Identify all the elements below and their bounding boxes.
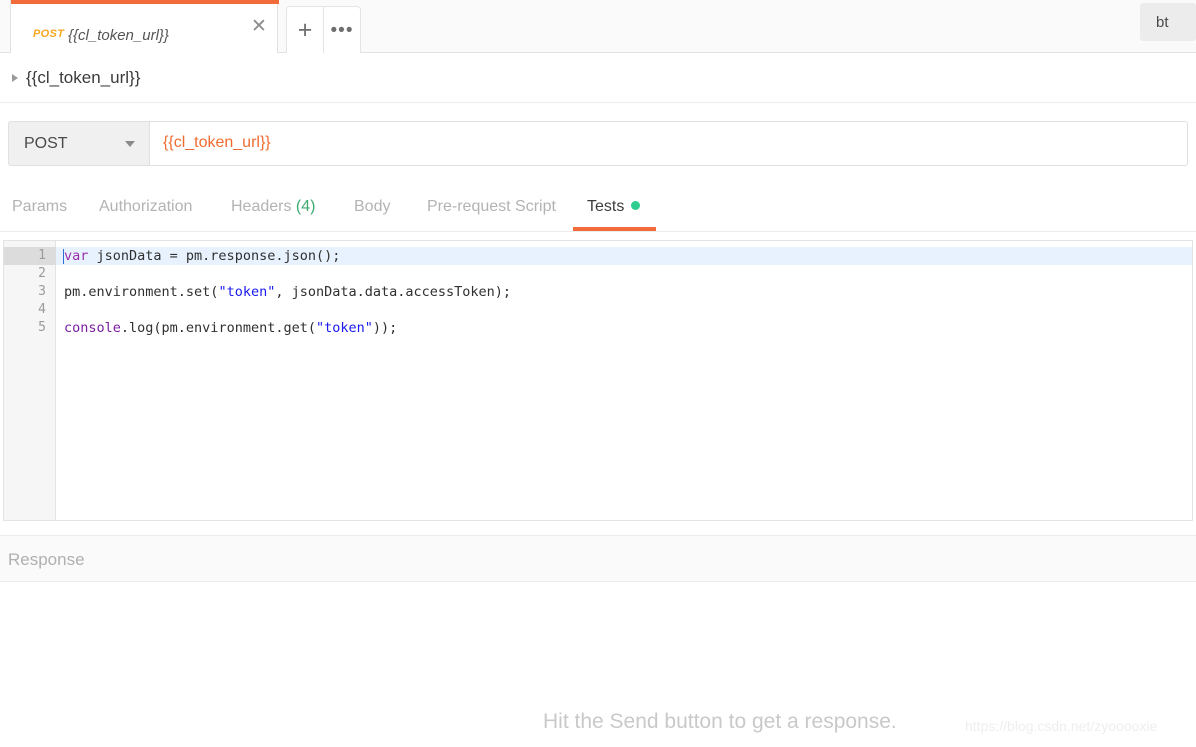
tab-title-label: {{cl_token_url}} [68,27,169,44]
line-number: 1 [4,247,56,265]
code-line[interactable]: 4 [4,301,1192,319]
top-right-button-label: bt [1156,14,1169,31]
tab-active-accent [11,0,279,4]
line-text: console.log(pm.environment.get("token"))… [64,319,397,337]
request-tab-body[interactable]: Body [354,198,390,216]
line-number: 4 [38,302,46,317]
close-icon[interactable]: ✕ [247,15,271,39]
request-tab-label: Params [12,198,68,215]
request-tab-count: (4) [291,198,316,215]
code-token: "token" [218,284,276,300]
active-tab-underline [573,227,656,231]
code-token: console [64,320,121,336]
chevron-down-icon [125,141,135,147]
more-options-button[interactable]: ••• [323,7,360,53]
http-method-select[interactable]: POST [8,121,150,166]
request-tab-label: Pre-request Script [427,198,556,215]
code-token: pm.environment.set( [64,284,219,300]
text-cursor [63,249,64,264]
code-line[interactable]: 2 [4,265,1192,283]
tests-script-editor[interactable]: 1 var jsonData = pm.response.json(); 2 3 pm.… [3,240,1193,521]
postman-request-window: POST {{cl_token_url}} ✕ + ••• bt {{cl_to… [0,0,1196,747]
line-number: 2 [38,266,46,281]
http-method-label: POST [24,135,68,152]
new-tab-button[interactable]: + [287,7,323,53]
response-title: Response [8,550,85,569]
caret-right-icon[interactable] [12,73,18,82]
request-tab-label: Tests [587,198,625,215]
request-tab-tests[interactable]: Tests [587,198,641,216]
request-tab-active[interactable]: POST {{cl_token_url}} ✕ [10,0,279,53]
line-number: 5 [38,320,46,335]
script-present-dot-icon [631,201,641,211]
response-header: Response [0,535,1196,582]
code-line[interactable]: 5 console.log(pm.environment.get("token")… [4,319,1192,337]
code-token: jsonData = pm.response.json(); [88,248,341,264]
line-text: var jsonData = pm.response.json(); [64,247,340,265]
editor-code-area[interactable]: 1 var jsonData = pm.response.json(); 2 3 pm.… [4,241,1192,520]
response-empty-hint: Hit the Send button to get a response. [543,710,897,733]
code-token: "token" [315,320,373,336]
line-number: 3 [38,284,46,299]
code-line[interactable]: 1 var jsonData = pm.response.json(); [4,247,1192,265]
url-input[interactable]: {{cl_token_url}} [150,121,1188,166]
url-input-value: {{cl_token_url}} [163,134,271,151]
request-tab-headers[interactable]: Headers (4) [231,198,315,216]
top-right-button[interactable]: bt [1140,3,1196,41]
request-tab-label: Body [354,198,391,215]
url-row: POST {{cl_token_url}} [0,104,1196,184]
code-line[interactable]: 3 pm.environment.set("token", jsonData.da… [4,283,1192,301]
request-tab-params[interactable]: Params [12,198,67,216]
breadcrumb-label: {{cl_token_url}} [26,67,141,87]
watermark-text: https://blog.csdn.net/zyooooxie [965,718,1158,734]
request-tab-authorization[interactable]: Authorization [99,198,192,216]
code-token: )); [372,320,398,336]
tab-actions-group: + ••• [286,6,361,53]
breadcrumb: {{cl_token_url}} [0,53,1196,103]
code-token: var [64,248,89,264]
code-token: , jsonData.data.accessToken); [275,284,512,300]
request-tab-pre-request-script[interactable]: Pre-request Script [427,198,556,216]
request-tab-label: Headers [231,198,292,215]
request-tab-label: Authorization [99,198,193,215]
tab-method-label: POST [33,28,65,40]
code-token: .log(pm.environment.get( [120,320,316,336]
request-tabs: Params Authorization Headers (4) Body Pre-re… [0,184,1196,232]
line-text: pm.environment.set("token", jsonData.dat… [64,283,511,301]
tab-bar: POST {{cl_token_url}} ✕ + ••• bt [0,0,1196,53]
